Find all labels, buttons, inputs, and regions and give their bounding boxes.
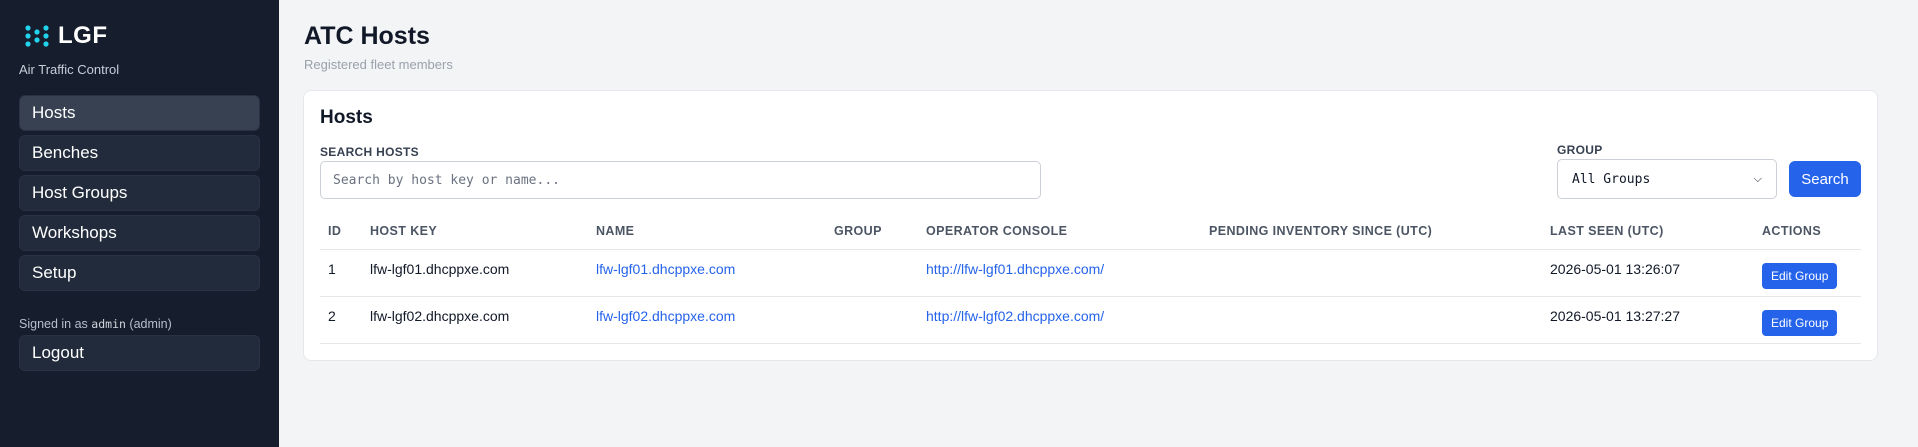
brand-name: LGF [58,22,108,49]
column-header-host-key[interactable]: HOST KEY [362,213,588,250]
cell-host-key: lfw-lgf01.dhcppxe.com [370,260,510,277]
sidebar: LGF Air Traffic Control Hosts Benches Ho… [0,0,279,447]
column-header-group[interactable]: GROUP [826,213,918,250]
host-name-link[interactable]: lfw-lgf01.dhcppxe.com [596,261,735,277]
cell-host-key: lfw-lgf02.dhcppxe.com [370,307,510,324]
page-title: ATC Hosts [304,22,430,50]
column-header-operator-console[interactable]: OPERATOR CONSOLE [918,213,1201,250]
table-row: 1 lfw-lgf01.dhcppxe.com lfw-lgf01.dhcppx… [320,249,1861,297]
chevron-down-icon: ⌵ [1753,172,1762,185]
column-header-pending-inventory[interactable]: PENDING INVENTORY SINCE (UTC) [1201,213,1542,250]
page-subtitle: Registered fleet members [304,57,453,72]
filters-bar: SEARCH HOSTS GROUP All Groups ⌵ Search [320,143,1861,199]
search-button[interactable]: Search [1789,161,1861,197]
card-title: Hosts [320,107,373,128]
host-name-link[interactable]: lfw-lgf02.dhcppxe.com [596,308,735,324]
group-label: GROUP [1557,143,1603,157]
sidebar-nav: Hosts Benches Host Groups Workshops Setu… [19,95,260,291]
search-input[interactable] [320,161,1041,199]
signed-in-user: admin [91,317,126,331]
logout-button[interactable]: Logout [19,335,260,371]
column-header-id[interactable]: ID [320,213,362,250]
brand[interactable]: LGF [24,22,260,50]
sidebar-item-benches[interactable]: Benches [19,135,260,171]
signed-in-prefix: Signed in as [19,317,88,331]
group-field: GROUP All Groups ⌵ [1557,143,1777,199]
operator-console-link[interactable]: http://lfw-lgf02.dhcppxe.com/ [926,308,1104,324]
group-select[interactable]: All Groups ⌵ [1557,159,1777,199]
search-field: SEARCH HOSTS [320,145,1041,199]
group-select-value: All Groups [1572,171,1651,187]
edit-group-button[interactable]: Edit Group [1762,309,1838,336]
table-header-row: ID HOST KEY NAME GROUP OPERATOR CONSOLE … [320,213,1861,250]
brand-subtitle: Air Traffic Control [19,62,120,77]
column-header-name[interactable]: NAME [588,213,826,250]
dots-logo-icon [25,25,49,47]
hosts-table: ID HOST KEY NAME GROUP OPERATOR CONSOLE … [320,213,1861,344]
signed-in-status: Signed in as admin (admin) [19,317,260,331]
sidebar-item-hosts[interactable]: Hosts [19,95,260,131]
operator-console-link[interactable]: http://lfw-lgf01.dhcppxe.com/ [926,261,1104,277]
cell-last-seen: 2026-05-01 13:27:27 [1550,307,1680,324]
column-header-last-seen[interactable]: LAST SEEN (UTC) [1542,213,1754,250]
cell-id: 1 [328,260,336,277]
table-row: 2 lfw-lgf02.dhcppxe.com lfw-lgf02.dhcppx… [320,296,1861,344]
sidebar-item-host-groups[interactable]: Host Groups [19,175,260,211]
cell-last-seen: 2026-05-01 13:26:07 [1550,260,1680,277]
signed-in-role: (admin) [129,317,172,331]
main-content: ATC Hosts Registered fleet members Hosts… [279,0,1918,447]
edit-group-button[interactable]: Edit Group [1762,262,1838,289]
column-header-actions: ACTIONS [1754,213,1861,250]
sidebar-item-setup[interactable]: Setup [19,255,260,291]
hosts-card: Hosts SEARCH HOSTS GROUP All Groups ⌵ Se… [303,90,1878,361]
cell-id: 2 [328,307,336,324]
search-label: SEARCH HOSTS [320,145,419,159]
sidebar-item-workshops[interactable]: Workshops [19,215,260,251]
